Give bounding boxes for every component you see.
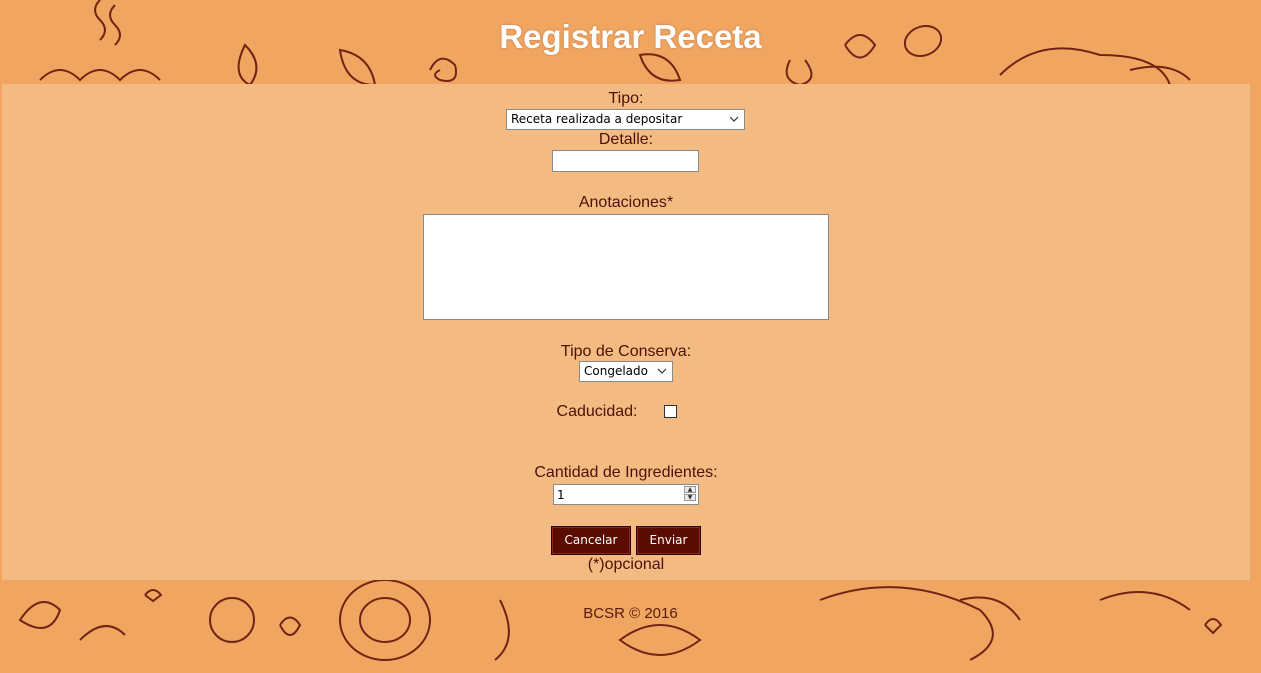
anotaciones-label: Anotaciones* [578, 194, 674, 211]
form-panel: Tipo: Receta realizada a depositar Detal… [2, 84, 1250, 580]
anotaciones-textarea[interactable] [423, 214, 829, 320]
spin-up-icon[interactable]: ▲ [684, 486, 696, 493]
cantidad-ingredientes-input[interactable]: 1 ▲ ▼ [553, 484, 699, 505]
tipo-label: Tipo: [608, 90, 644, 107]
tipo-conserva-select[interactable]: Congelado [579, 361, 673, 382]
submit-button[interactable]: Enviar [636, 526, 701, 555]
detalle-input[interactable] [552, 150, 699, 172]
caducidad-label: Caducidad: [556, 403, 638, 420]
tipo-conserva-select-value: Congelado [584, 364, 648, 378]
detalle-label: Detalle: [598, 131, 654, 148]
cantidad-ingredientes-value: 1 [557, 488, 565, 502]
tipo-select-value: Receta realizada a depositar [511, 112, 683, 126]
cantidad-ingredientes-label: Cantidad de Ingredientes: [534, 464, 718, 481]
optional-note: (*)opcional [587, 556, 665, 573]
number-spinner[interactable]: ▲ ▼ [684, 486, 696, 503]
cancel-button[interactable]: Cancelar [551, 526, 631, 555]
chevron-down-icon [657, 368, 667, 374]
footer-copyright: BCSR © 2016 [583, 605, 678, 622]
page-title: Registrar Receta [499, 18, 762, 55]
caducidad-checkbox[interactable] [664, 405, 677, 418]
spin-down-icon[interactable]: ▼ [684, 494, 696, 501]
chevron-down-icon [729, 116, 739, 122]
tipo-select[interactable]: Receta realizada a depositar [506, 109, 745, 130]
tipo-conserva-label: Tipo de Conserva: [560, 343, 692, 360]
